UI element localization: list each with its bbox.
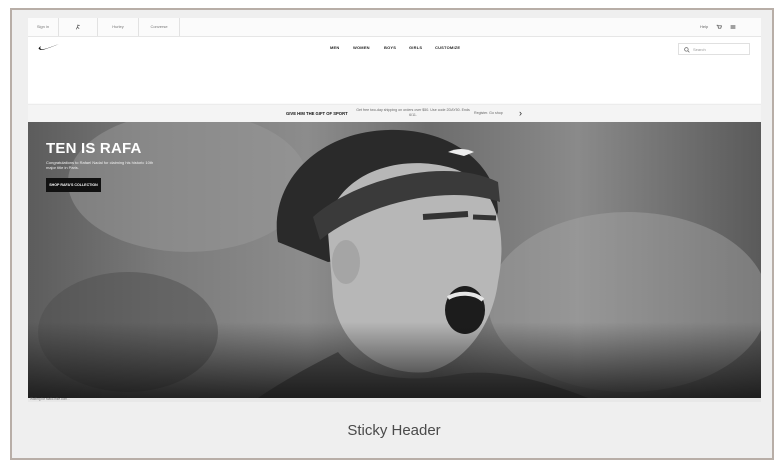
utility-bar: Sign in Hurley Converse Help	[28, 18, 761, 37]
promo-link[interactable]: Register. Go shop	[474, 111, 503, 115]
nav-customize[interactable]: CUSTOMIZE	[435, 45, 460, 50]
nav-women[interactable]: WOMEN	[353, 45, 370, 50]
hero-banner[interactable]: TEN IS RAFA Congratulations to Rafael Na…	[28, 122, 761, 398]
search-input[interactable]: Search	[678, 43, 750, 55]
cart-icon[interactable]	[716, 18, 722, 36]
chevron-right-icon[interactable]: ›	[519, 108, 522, 118]
util-signin[interactable]: Sign in	[28, 18, 59, 36]
nav-boys[interactable]: BOYS	[384, 45, 396, 50]
search-icon	[684, 47, 690, 53]
shop-collection-button[interactable]: SHOP RAFA'S COLLECTION	[46, 178, 101, 192]
promo-title: GIVE HIM THE GIFT OF SPORT	[286, 111, 348, 116]
util-jordan[interactable]	[59, 18, 98, 36]
status-text: Waiting for static.nike.com...	[30, 397, 70, 401]
util-hurley[interactable]: Hurley	[98, 18, 139, 36]
website-page: Sign in Hurley Converse Help MEN WOMEN B…	[28, 18, 761, 402]
hero-subtitle: Congratulations to Rafael Nadal for clai…	[46, 160, 154, 170]
hero-title: TEN IS RAFA	[46, 140, 142, 157]
main-nav: MEN WOMEN BOYS GIRLS CUSTOMIZE Search	[28, 37, 761, 103]
promo-text: Get free two-day shipping on orders over…	[356, 108, 470, 117]
menu-icon[interactable]	[730, 18, 736, 36]
nike-swoosh-logo[interactable]	[38, 43, 60, 51]
promo-bar: GIVE HIM THE GIFT OF SPORT Get free two-…	[28, 104, 761, 124]
caption: Sticky Header	[347, 422, 441, 439]
jumpman-icon	[75, 24, 80, 30]
nav-men[interactable]: MEN	[330, 45, 340, 50]
util-converse[interactable]: Converse	[139, 18, 180, 36]
browser-status-bar: Waiting for static.nike.com...	[28, 397, 761, 402]
hero-bottom-shade	[28, 322, 761, 398]
screenshot-frame: Sign in Hurley Converse Help MEN WOMEN B…	[10, 8, 774, 460]
search-placeholder: Search	[693, 47, 706, 52]
nav-girls[interactable]: GIRLS	[409, 45, 422, 50]
util-help[interactable]: Help	[700, 18, 708, 36]
